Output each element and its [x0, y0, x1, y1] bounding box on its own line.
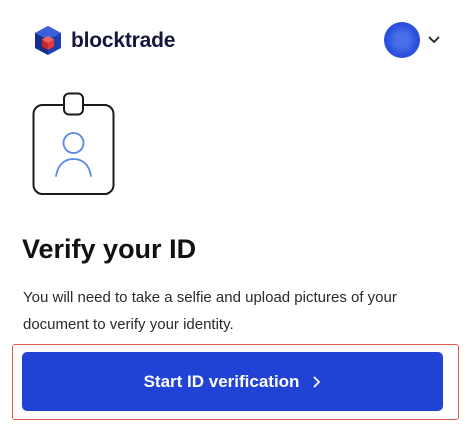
start-id-verification-label: Start ID verification — [143, 371, 300, 391]
brand-logo[interactable]: blocktrade — [33, 25, 175, 56]
verify-id-page: blocktrade Verify your ID You will need … — [0, 0, 474, 443]
user-avatar[interactable] — [384, 22, 420, 58]
chevron-down-icon[interactable] — [428, 36, 440, 44]
start-id-verification-button[interactable]: Start ID verification — [22, 352, 443, 411]
brand-name: blocktrade — [71, 29, 176, 52]
cube-logo-icon — [35, 26, 61, 55]
id-badge-icon — [32, 92, 115, 195]
account-menu[interactable] — [384, 22, 440, 58]
page-title: Verify your ID — [22, 234, 197, 264]
chevron-right-icon — [314, 376, 321, 387]
page-description: You will need to take a selfie and uploa… — [23, 289, 397, 333]
header: blocktrade — [0, 0, 474, 84]
